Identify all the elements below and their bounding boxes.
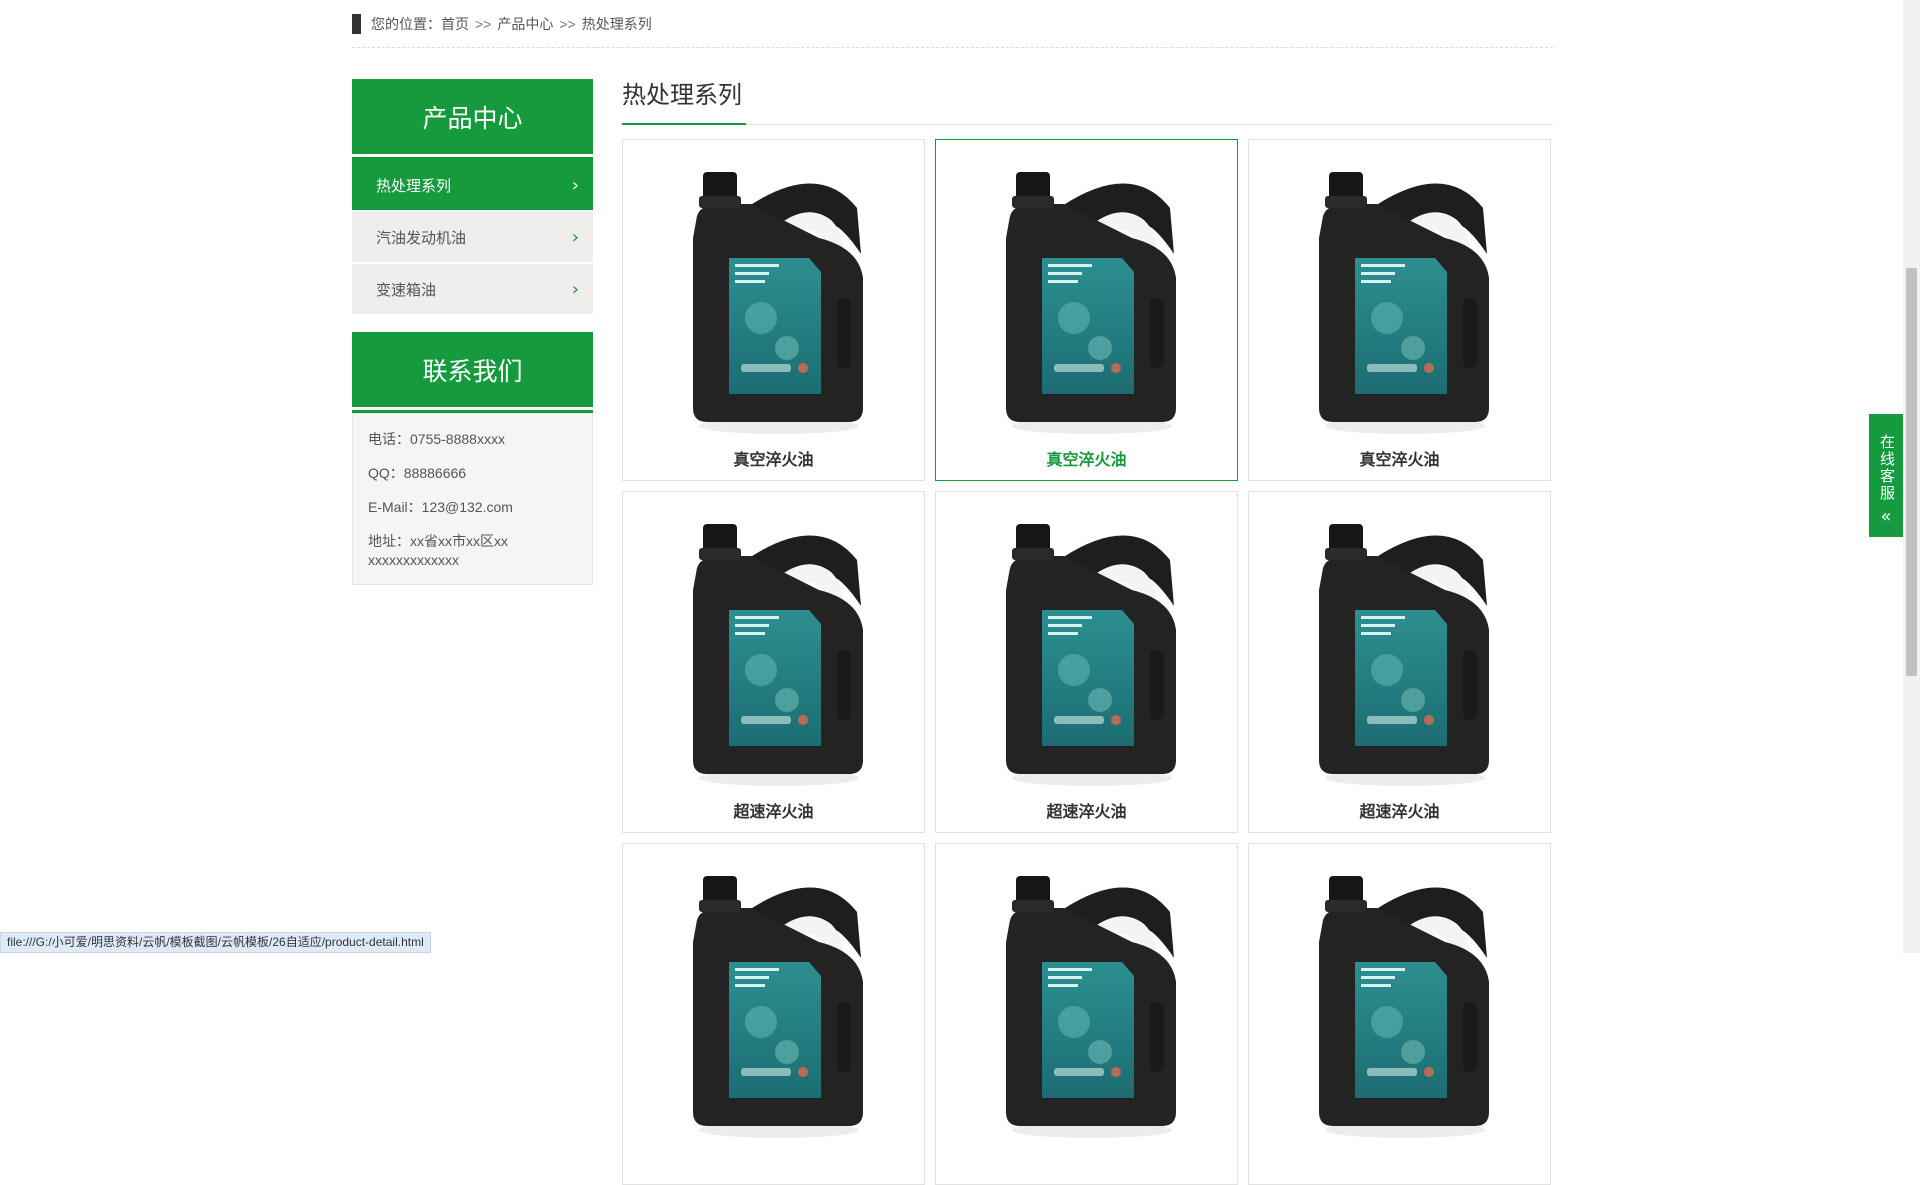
product-card[interactable] (1248, 843, 1551, 1185)
contact-details: 电话：0755-8888xxxx QQ：88886666 E-Mail：123@… (352, 413, 593, 585)
breadcrumb-products-link[interactable]: 产品中心 (497, 14, 553, 34)
menu-item-heat-treatment[interactable]: 热处理系列 › (352, 160, 593, 210)
main-header: 热处理系列 (622, 79, 1553, 125)
online-service-button[interactable]: 在线客服 « (1869, 414, 1903, 537)
product-grid: 真空淬火油 真空淬火油 真空淬火油 超速淬火油 超速淬火油 超速淬火油 (622, 139, 1553, 1185)
product-card[interactable] (622, 843, 925, 1185)
products-heading: 产品中心 (352, 79, 593, 157)
product-card[interactable]: 超速淬火油 (1248, 491, 1551, 833)
product-card[interactable] (935, 843, 1238, 1185)
page-title: 热处理系列 (622, 79, 746, 125)
scrollbar-thumb[interactable] (1906, 268, 1917, 676)
product-name[interactable]: 真空淬火油 (936, 446, 1237, 470)
contact-box: 联系我们 电话：0755-8888xxxx QQ：88886666 E-Mail… (352, 332, 593, 585)
product-image[interactable] (936, 140, 1237, 440)
contact-email: E-Mail：123@132.com (368, 499, 513, 515)
product-card[interactable]: 超速淬火油 (622, 491, 925, 833)
product-image[interactable] (1249, 140, 1550, 440)
breadcrumb-separator: >> (475, 15, 492, 32)
category-menu: 热处理系列 › 汽油发动机油 › 变速箱油 › (352, 160, 593, 314)
chevron-right-icon: › (571, 226, 579, 248)
online-service-label: 在线客服 (1878, 434, 1895, 502)
breadcrumb-marker (352, 13, 361, 34)
menu-item-label: 变速箱油 (376, 281, 437, 299)
contact-heading: 联系我们 (352, 332, 593, 410)
product-card[interactable]: 超速淬火油 (935, 491, 1238, 833)
menu-item-transmission-oil[interactable]: 变速箱油 › (352, 264, 593, 314)
contact-phone: 电话：0755-8888xxxx (368, 431, 505, 447)
product-name[interactable]: 超速淬火油 (1249, 798, 1550, 822)
product-card[interactable]: 真空淬火油 (622, 139, 925, 481)
menu-item-gasoline-engine-oil[interactable]: 汽油发动机油 › (352, 212, 593, 262)
breadcrumb-home-link[interactable]: 首页 (441, 14, 469, 34)
product-card[interactable]: 真空淬火油 (935, 139, 1238, 481)
scrollbar[interactable] (1903, 0, 1920, 953)
product-card[interactable]: 真空淬火油 (1248, 139, 1551, 481)
contact-qq: QQ：88886666 (368, 465, 467, 481)
breadcrumb-current: 热处理系列 (581, 15, 652, 32)
product-image[interactable] (936, 492, 1237, 792)
product-name[interactable]: 超速淬火油 (623, 798, 924, 822)
status-bar: file:///G:/小可爱/明思资料/云帆/模板截图/云帆模板/26自适应/p… (0, 932, 431, 953)
page-container: 您的位置： 首页 >> 产品中心 >> 热处理系列 产品中心 热处理系列 › 汽… (352, 0, 1553, 1185)
product-name[interactable]: 真空淬火油 (1249, 446, 1550, 470)
breadcrumb-prefix: 您的位置： (371, 15, 441, 32)
menu-item-label: 汽油发动机油 (376, 229, 467, 247)
product-image[interactable] (1249, 492, 1550, 792)
chevron-right-icon: › (571, 174, 579, 196)
product-image[interactable] (1249, 844, 1550, 1144)
menu-item-label: 热处理系列 (376, 177, 452, 195)
product-image[interactable] (623, 140, 924, 440)
product-name[interactable]: 真空淬火油 (623, 446, 924, 470)
chevron-right-icon: › (571, 278, 579, 300)
product-image[interactable] (623, 492, 924, 792)
product-name[interactable]: 超速淬火油 (936, 798, 1237, 822)
sidebar: 产品中心 热处理系列 › 汽油发动机油 › 变速箱油 › 联系我们 电话：075… (352, 79, 593, 585)
breadcrumb: 您的位置： 首页 >> 产品中心 >> 热处理系列 (352, 0, 1553, 48)
main-content: 热处理系列 真空淬火油 真空淬火油 真空淬火油 超速淬火油 超速淬火油 超速淬火… (622, 79, 1553, 1185)
product-image[interactable] (936, 844, 1237, 1144)
product-image[interactable] (623, 844, 924, 1144)
double-chevron-left-icon: « (1880, 506, 1892, 527)
contact-address: 地址：xx省xx市xx区xxxxxxxxxxxxxxx (368, 533, 508, 568)
breadcrumb-separator: >> (559, 15, 576, 32)
